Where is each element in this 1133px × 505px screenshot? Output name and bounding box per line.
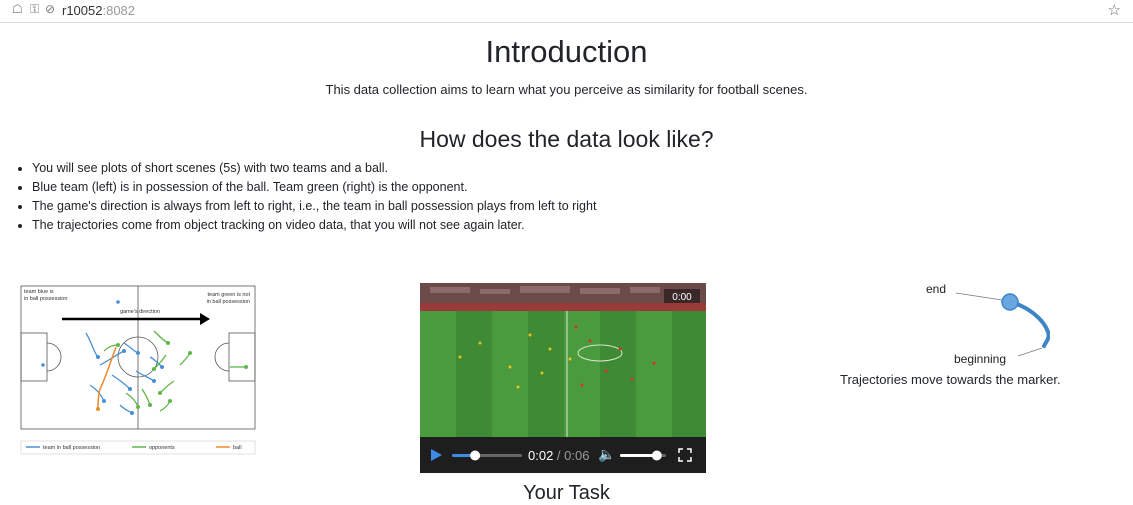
video-overlay-time: 0:00 [672,292,692,303]
trajectory-path [1008,300,1050,348]
seek-slider[interactable] [452,449,522,461]
pitch-trajectory-figure: team blue is in ball possession team gre… [20,285,256,455]
trajectory-example: end beginning [926,282,1050,366]
bookmark-star-icon[interactable]: ☆ [1108,1,1121,19]
play-icon[interactable] [428,447,444,463]
key-icon[interactable]: ⚿ [30,2,39,17]
task-section-heading: Your Task [523,482,610,504]
volume-icon[interactable]: 🔈 [598,446,615,463]
fullscreen-icon[interactable] [678,448,692,462]
left-penalty-box [20,332,48,382]
direction-arrow-head [200,313,210,325]
tab-icon: ☖ [12,2,23,16]
data-description-list: You will see plots of short scenes (5s) … [18,159,596,235]
time-readout: 0:02 / 0:06 [528,448,590,463]
trajectory-marker [1001,293,1019,311]
label-team-blue-line2: in ball possession [24,296,67,302]
video-frame[interactable]: 0:00 [420,283,706,437]
page-title: Introduction [485,34,648,69]
ball-marker [96,407,100,411]
list-item: Blue team (left) is in possession of the… [32,178,596,197]
legend-item-possession: team in ball possession [43,445,100,451]
address-bar[interactable]: ☖ ⚿ ⊘ r10052:8082 ☆ [0,0,1133,23]
trajectory-beginning-label: beginning [954,352,1006,366]
data-section-heading: How does the data look like? [419,126,714,152]
video-controls: 0:02 / 0:06 🔈 [420,437,706,473]
url-text[interactable]: r10052:8082 [62,3,135,18]
direction-label: game's direction [120,309,160,315]
intro-description: This data collection aims to learn what … [325,82,808,97]
list-item: You will see plots of short scenes (5s) … [32,159,596,178]
list-item: The game's direction is always from left… [32,197,596,216]
ball-trajectory [97,346,117,410]
green-trajectories [103,330,246,412]
label-team-green-line2: in ball possession [207,299,250,305]
legend-item-ball: ball [233,445,242,451]
right-penalty-box [228,332,256,382]
list-item: The trajectories come from object tracki… [32,216,596,235]
legend-item-opponents: opponents [149,445,175,451]
volume-slider[interactable] [620,449,666,461]
label-team-blue: team blue is [24,289,54,295]
label-team-green: team green is not [208,292,251,298]
trajectory-end-label: end [926,282,946,296]
trajectory-caption: Trajectories move towards the marker. [840,372,1061,387]
video-player[interactable]: 0:00 0:02 / 0:06 🔈 [420,283,706,473]
tracking-icon[interactable]: ⊘ [45,2,55,16]
